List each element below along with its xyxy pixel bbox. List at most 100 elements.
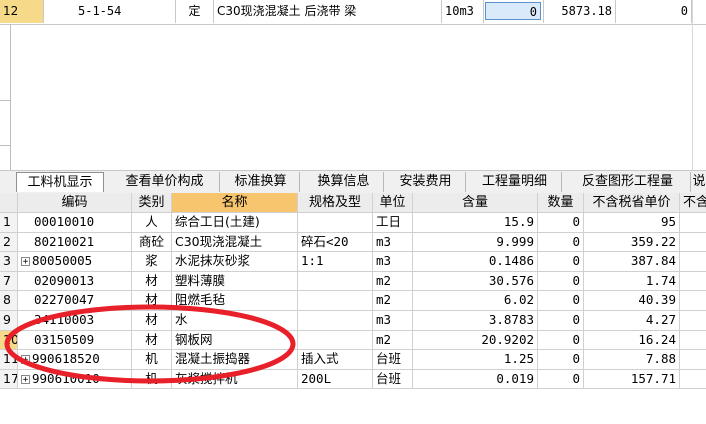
cell-content[interactable]: 9.999 [413, 232, 538, 252]
cell-qty[interactable]: 0 [538, 291, 584, 310]
header-name[interactable]: 名称 [172, 193, 298, 212]
quantity-input[interactable]: 0 [485, 2, 541, 20]
cell-extra[interactable] [680, 272, 706, 291]
cell-qty[interactable]: 0 [538, 311, 584, 330]
cell-price[interactable]: 40.39 [584, 291, 680, 310]
quota-name[interactable]: C30现浇混凝土 后浇带 梁 [214, 0, 442, 23]
header-rownum [0, 193, 18, 212]
cell-spec[interactable] [298, 330, 373, 350]
cell-unit[interactable]: 工日 [373, 213, 413, 232]
cell-extra[interactable] [680, 233, 706, 252]
cell-unit[interactable]: m2 [373, 330, 413, 350]
cell-price[interactable]: 7.88 [584, 350, 680, 369]
cell-name[interactable]: 塑料薄膜 [172, 271, 298, 291]
table-row[interactable]: 1 00010010 人 综合工日(土建) 工日 15.9 0 95 [0, 213, 706, 233]
cell-content[interactable]: 30.576 [413, 271, 538, 291]
cell-text: 材 [145, 272, 158, 288]
cell-name[interactable]: 水泥抹灰砂浆 [172, 252, 298, 271]
tab-unit-price-composition[interactable]: 查看单价构成 [110, 172, 220, 192]
quota-code[interactable]: 5-1-54 [44, 0, 176, 23]
cell-cat[interactable]: 材 [132, 271, 172, 291]
header-unit[interactable]: 单位 [373, 193, 413, 212]
cell-extra[interactable] [680, 311, 706, 330]
cell-unit[interactable]: m3 [373, 311, 413, 330]
cell-spec[interactable] [298, 291, 373, 310]
cell-text: 3.8783 [488, 312, 534, 327]
cell-price[interactable]: 16.24 [584, 330, 680, 350]
cell-content[interactable]: 1.25 [413, 350, 538, 369]
tab-labor-material-machine[interactable]: 工料机显示 [16, 172, 104, 192]
cell-qty[interactable]: 0 [538, 232, 584, 252]
tab-standard-conversion[interactable]: 标准换算 [222, 172, 300, 192]
header-extra[interactable]: 不含 [680, 193, 706, 212]
cell-extra[interactable] [680, 350, 706, 369]
cell-unit[interactable]: m2 [373, 271, 413, 291]
cell-text: 80210021 [34, 233, 95, 249]
cell-spec[interactable]: 1:1 [298, 252, 373, 271]
cell-content[interactable]: 20.9202 [413, 330, 538, 350]
cell-text: 1:1 [301, 253, 324, 269]
cell-cat[interactable]: 商砼 [132, 232, 172, 252]
cell-code[interactable]: +80050005 [18, 252, 132, 271]
cell-price[interactable]: 359.22 [584, 232, 680, 252]
tab-more[interactable]: 说 [692, 172, 706, 192]
header-spec[interactable]: 规格及型 [298, 193, 373, 212]
cell-qty[interactable]: 0 [538, 330, 584, 350]
quota-type[interactable]: 定 [176, 0, 214, 23]
header-code[interactable]: 编码 [18, 193, 132, 212]
cell-unit[interactable]: m3 [373, 252, 413, 271]
quota-unit[interactable]: 10m3 [442, 0, 484, 23]
cell-price[interactable]: 4.27 [584, 311, 680, 330]
cell-spec[interactable] [298, 311, 373, 330]
cell-price[interactable]: 387.84 [584, 252, 680, 271]
cell-extra[interactable] [680, 370, 706, 389]
cell-spec[interactable] [298, 213, 373, 232]
cell-code[interactable]: 02090013 [18, 271, 132, 291]
cell-content[interactable]: 0.019 [413, 369, 538, 389]
cell-extra[interactable] [680, 331, 706, 350]
cell-qty[interactable]: 0 [538, 252, 584, 271]
cell-spec[interactable]: 200L [298, 369, 373, 389]
cell-code[interactable]: 00010010 [18, 213, 132, 232]
cell-spec[interactable]: 碎石<20 [298, 232, 373, 252]
scrollbar-track[interactable] [692, 0, 693, 170]
cell-price[interactable]: 95 [584, 213, 680, 232]
cell-code[interactable]: 80210021 [18, 232, 132, 252]
cell-unit[interactable]: m3 [373, 232, 413, 252]
cell-cat[interactable]: 浆 [132, 252, 172, 271]
expand-icon[interactable]: + [21, 257, 30, 267]
header-quantity[interactable]: 数量 [538, 193, 584, 212]
cell-spec[interactable] [298, 271, 373, 291]
table-row[interactable]: 3 +80050005 浆 水泥抹灰砂浆 1:1 m3 0.1486 0 387.84 [0, 252, 706, 272]
quota-row[interactable]: 12 5-1-54 定 C30现浇混凝土 后浇带 梁 10m3 0 5873.1… [0, 0, 706, 25]
cell-content[interactable]: 6.02 [413, 291, 538, 310]
tab-quantity-detail[interactable]: 工程量明细 [468, 172, 562, 192]
header-category[interactable]: 类别 [132, 193, 172, 212]
cell-extra[interactable] [680, 213, 706, 232]
tab-reverse-graphic-quantity[interactable]: 反查图形工程量 [565, 172, 691, 192]
cell-qty[interactable]: 0 [538, 213, 584, 232]
tab-conversion-info[interactable]: 换算信息 [304, 172, 384, 192]
cell-name[interactable]: C30现浇混凝土 [172, 232, 298, 252]
cell-extra[interactable] [680, 252, 706, 271]
cell-name[interactable]: 综合工日(土建) [172, 213, 298, 232]
tab-installation-fee[interactable]: 安装费用 [386, 172, 466, 192]
cell-content[interactable]: 0.1486 [413, 252, 538, 271]
cell-price[interactable]: 157.71 [584, 369, 680, 389]
cell-extra[interactable] [680, 291, 706, 310]
cell-content[interactable]: 15.9 [413, 213, 538, 232]
cell-cat[interactable]: 人 [132, 213, 172, 232]
header-content[interactable]: 含量 [413, 193, 538, 212]
header-unit-price[interactable]: 不含税省单价 [584, 193, 680, 212]
cell-unit[interactable]: 台班 [373, 350, 413, 369]
cell-qty[interactable]: 0 [538, 369, 584, 389]
cell-content[interactable]: 3.8783 [413, 311, 538, 330]
cell-unit[interactable]: 台班 [373, 369, 413, 389]
cell-qty[interactable]: 0 [538, 350, 584, 369]
cell-spec[interactable]: 插入式 [298, 350, 373, 369]
cell-price[interactable]: 1.74 [584, 271, 680, 291]
cell-unit[interactable]: m2 [373, 291, 413, 310]
table-row[interactable]: 7 02090013 材 塑料薄膜 m2 30.576 0 1.74 [0, 271, 706, 292]
cell-qty[interactable]: 0 [538, 271, 584, 291]
table-row[interactable]: 2 80210021 商砼 C30现浇混凝土 碎石<20 m3 9.999 0 359.22 [0, 232, 706, 253]
